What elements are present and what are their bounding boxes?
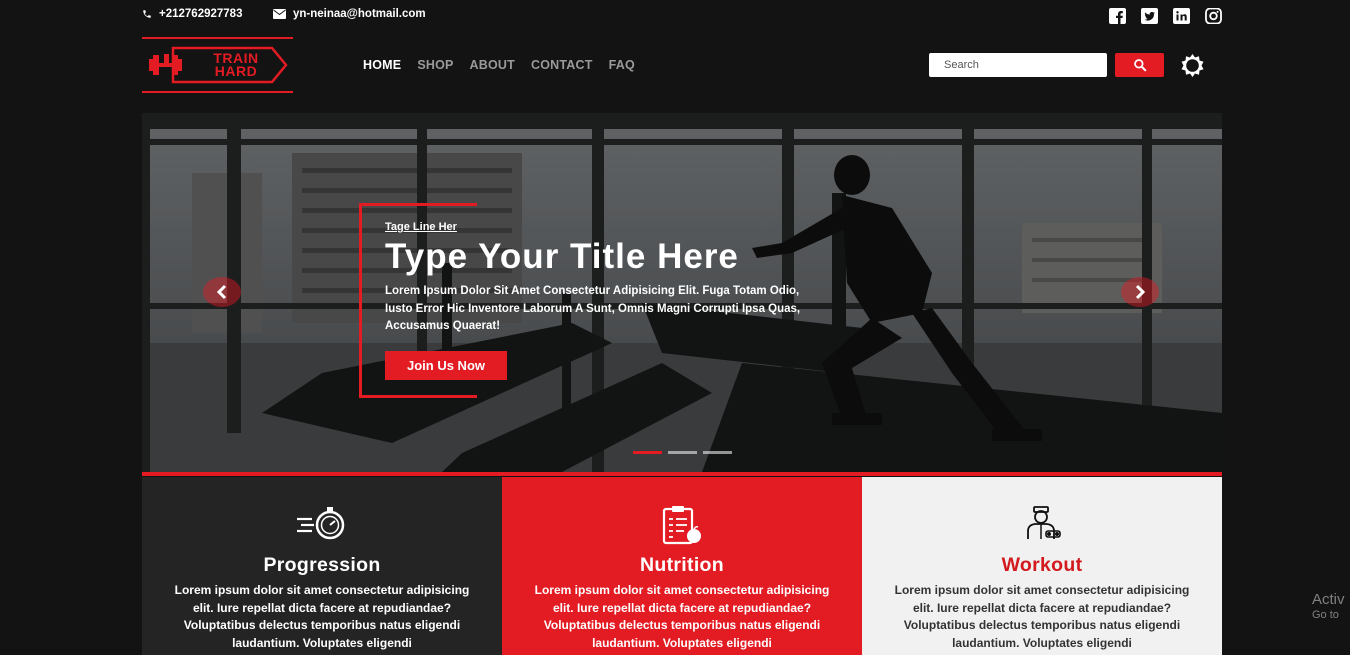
hero-carousel: Tage Line Her Type Your Title Here Lorem…	[142, 113, 1222, 472]
carousel-next-button[interactable]	[1121, 277, 1159, 307]
hero-tagline: Tage Line Her	[385, 221, 457, 233]
caption-frame-bottom	[359, 395, 477, 398]
brand-logo[interactable]: TRAIN HARD	[142, 37, 293, 93]
feature-text: Lorem ipsum dolor sit amet consectetur a…	[894, 583, 1190, 650]
trainer-icon	[1027, 506, 1061, 539]
twitter-icon[interactable]	[1140, 8, 1158, 24]
nav-shop[interactable]: SHOP	[417, 58, 453, 72]
social-links	[1108, 8, 1222, 24]
main-nav: HOME SHOP ABOUT CONTACT FAQ	[363, 58, 635, 72]
feature-title: Progression	[263, 554, 381, 576]
search-button[interactable]	[1115, 53, 1164, 77]
search-icon	[1133, 59, 1146, 72]
activation-watermark-subtitle: Go to	[1312, 609, 1339, 621]
stopwatch-icon	[297, 507, 345, 540]
instagram-icon[interactable]	[1204, 8, 1222, 24]
feature-text: Lorem ipsum dolor sit amet consectetur a…	[534, 583, 830, 650]
carousel-indicators	[633, 451, 732, 454]
phone-contact[interactable]: +212762927783	[142, 8, 242, 20]
nav-about[interactable]: ABOUT	[470, 58, 515, 72]
caption-frame	[359, 203, 477, 206]
linkedin-icon[interactable]	[1172, 8, 1190, 24]
nav-home[interactable]: HOME	[363, 58, 401, 72]
feature-title: Workout	[1001, 554, 1083, 576]
feature-card-nutrition: Nutrition Lorem ipsum dolor sit amet con…	[502, 477, 862, 655]
activation-watermark-title: Activ	[1312, 591, 1345, 608]
carousel-prev-button[interactable]	[203, 277, 241, 307]
hero-title: Type Your Title Here	[385, 237, 739, 276]
chevron-right-icon	[1135, 284, 1146, 300]
phone-number: +212762927783	[159, 8, 243, 20]
email-address: yn-neinaa@hotmail.com	[293, 8, 426, 20]
feature-card-workout: Workout Lorem ipsum dolor sit amet conse…	[862, 477, 1222, 655]
chevron-left-icon	[216, 284, 227, 300]
carousel-indicator-3[interactable]	[703, 451, 732, 454]
sun-icon	[1181, 54, 1204, 77]
hero-description: Lorem Ipsum Dolor Sit Amet Consectetur A…	[385, 285, 801, 332]
feature-title: Nutrition	[640, 554, 724, 576]
feature-text: Lorem ipsum dolor sit amet consectetur a…	[174, 583, 470, 650]
facebook-icon[interactable]	[1108, 8, 1126, 24]
nav-faq[interactable]: FAQ	[609, 58, 635, 72]
feature-card-progression: Progression Lorem ipsum dolor sit amet c…	[142, 477, 502, 655]
envelope-icon	[273, 9, 286, 19]
carousel-indicator-1[interactable]	[633, 451, 662, 454]
logo-line-2: HARD	[214, 63, 258, 79]
nutrition-plan-icon	[662, 506, 701, 545]
top-bar: +212762927783 yn-neinaa@hotmail.com	[142, 8, 1222, 26]
join-us-button[interactable]: Join Us Now	[385, 351, 507, 380]
logo-wordmark: TRAIN HARD	[206, 51, 266, 79]
theme-toggle[interactable]	[1179, 52, 1206, 79]
nav-contact[interactable]: CONTACT	[531, 58, 593, 72]
email-contact[interactable]: yn-neinaa@hotmail.com	[273, 8, 426, 20]
caption-frame-left	[359, 203, 362, 398]
phone-icon	[143, 10, 151, 18]
carousel-indicator-2[interactable]	[668, 451, 697, 454]
search-input[interactable]	[929, 53, 1107, 77]
hero-divider	[142, 472, 1222, 476]
